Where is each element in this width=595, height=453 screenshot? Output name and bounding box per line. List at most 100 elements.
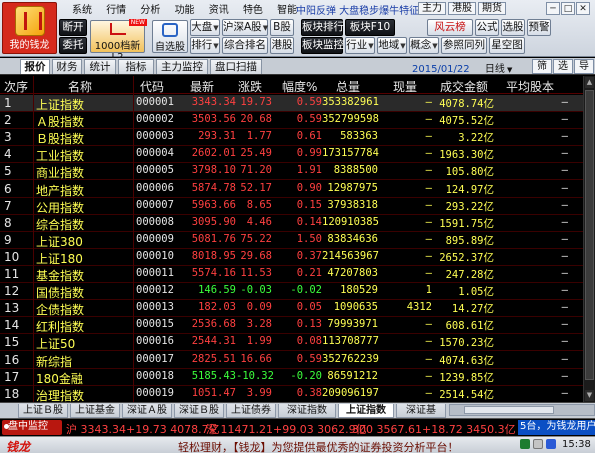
period-select[interactable]: 日线 (485, 64, 505, 75)
table-row[interactable]: 2 Ａ股指数 000002 3503.56 20.68 0.59 352799598 — 407… (0, 112, 583, 130)
table-row[interactable]: 17 180金融 000018 5185.43 -10.32 -0.20 86591212 —… (0, 369, 583, 386)
table-row[interactable]: 12 国债指数 000012 146.59 -0.03 -0.02 180529 1 1.05亿… (0, 283, 583, 301)
table-row[interactable]: 3 Ｂ股指数 000003 293.31 1.77 0.61 583363 — 3.22亿 — (0, 129, 583, 147)
col-volume[interactable]: 总量 (336, 78, 360, 95)
col-amount[interactable]: 成交金额 (440, 78, 488, 95)
tab-indicators[interactable]: 指标 (118, 59, 154, 74)
table-row[interactable]: 1 上证指数 000001 3343.34 19.73 0.59 353382961 — 407… (0, 95, 583, 112)
tab-finance[interactable]: 财务 (52, 59, 82, 74)
tab-quotes[interactable]: 报价 (20, 59, 50, 74)
intraday-monitor-button[interactable]: 盘中监控 (2, 420, 62, 435)
row-last: 1051.47 (191, 386, 236, 399)
menu-system[interactable]: 系统 (72, 1, 92, 16)
formula-button[interactable]: 公式 (475, 19, 499, 36)
mode-futures[interactable]: 期货 (478, 2, 506, 15)
sz-index-summary[interactable]: 深 11471.21+99.03 3062.9亿 (206, 421, 367, 437)
connection-icon[interactable] (520, 439, 530, 449)
tab-sh-b[interactable]: 上证Ｂ股 (18, 404, 68, 418)
maximize-icon[interactable]: □ (561, 2, 575, 15)
hk-stock-button[interactable]: 港股 (270, 37, 294, 54)
menu-news[interactable]: 资讯 (209, 1, 229, 16)
col-change[interactable]: 涨跌 (238, 78, 262, 95)
menu-quotes[interactable]: 行情 (106, 1, 126, 16)
mode-hk[interactable]: 港股 (448, 2, 476, 15)
industry-button[interactable]: 行业▼ (345, 37, 375, 54)
table-row[interactable]: 4 工业指数 000004 2602.01 25.49 0.99 173157784 — 196… (0, 146, 583, 164)
date-period: 2015/01/22 日线 ▼ (412, 60, 512, 75)
sector-monitor-button[interactable]: 板块监控 (301, 37, 344, 54)
horizontal-scrollbar[interactable] (449, 404, 595, 416)
table-row[interactable]: 7 公用指数 000007 5963.66 8.65 0.15 37938318 — 293.2… (0, 198, 583, 215)
tab-sh-index[interactable]: 上证指数 (338, 404, 394, 418)
reference-column-button[interactable]: 参照同列 (441, 37, 487, 54)
col-code[interactable]: 代码 (140, 78, 164, 95)
sh-sz-a-button[interactable]: 沪深A股▼ (222, 19, 268, 36)
sh-index-summary[interactable]: 沪 3343.34+19.73 4078.7亿 (66, 421, 220, 437)
scroll-down-icon[interactable]: ▼ (585, 390, 594, 401)
col-current-volume[interactable]: 现量 (393, 78, 417, 95)
tab-sz-fund[interactable]: 深证基 (396, 404, 446, 418)
menu-analysis[interactable]: 分析 (140, 1, 160, 16)
news-ticker[interactable]: 中阳反弹 大盘稳步爆牛特征 (296, 2, 419, 17)
wind-ranking-button[interactable]: 风云榜 (427, 19, 473, 36)
table-row[interactable]: 15 上证50 000016 2544.31 1.99 0.08 113708777 — 157… (0, 334, 583, 352)
sector-rank-button[interactable]: 板块排行 (301, 19, 344, 36)
stock-picker-button[interactable]: 选股 (501, 19, 525, 36)
table-row[interactable]: 11 基金指数 000011 5574.16 11.53 0.21 47207803 — 247… (0, 266, 583, 283)
scroll-up-icon[interactable]: ▲ (585, 77, 594, 88)
tab-sh-bond[interactable]: 上证债券 (226, 404, 276, 418)
tab-sz-a[interactable]: 深证Ａ股 (122, 404, 172, 418)
composite-rank-button[interactable]: 综合排名 (222, 37, 268, 54)
col-name[interactable]: 名称 (68, 78, 92, 95)
tab-statistics[interactable]: 统计 (84, 59, 116, 74)
tab-sz-index[interactable]: 深证指数 (278, 404, 336, 418)
minimize-icon[interactable]: ─ (546, 2, 560, 15)
table-row[interactable]: 5 商业指数 000005 3798.10 71.20 1.91 8388500 — 105.8… (0, 163, 583, 181)
menu-functions[interactable]: 功能 (175, 1, 195, 16)
table-row[interactable]: 9 上证380 000009 5081.76 75.22 1.50 83834636 — 895… (0, 232, 583, 249)
scroll-thumb[interactable] (585, 90, 594, 380)
tab-order-scan[interactable]: 盘口扫描 (210, 59, 262, 74)
star-map-button[interactable]: 星空图 (489, 37, 525, 54)
table-row[interactable]: 8 综合指数 000008 3095.90 4.46 0.14 120910385 — 1591… (0, 215, 583, 232)
tab-sz-b[interactable]: 深证Ｂ股 (174, 404, 224, 418)
hscroll-thumb[interactable] (464, 406, 554, 414)
menu-smart[interactable]: 智能 (277, 1, 297, 16)
table-row[interactable]: 14 红利指数 000015 2536.68 3.28 0.13 79993971 — 608.… (0, 317, 583, 335)
close-icon[interactable]: ✕ (576, 2, 590, 15)
table-row[interactable]: 13 企债指数 000013 182.03 0.09 0.05 1090635 4312 14.… (0, 300, 583, 318)
table-row[interactable]: 16 新综指 000017 2825.51 16.66 0.59 352762239 — 407… (0, 352, 583, 369)
sector-f10-button[interactable]: 板块F10 (345, 19, 395, 36)
level2-1000-button[interactable]: NEW 1000档新L2 (90, 19, 147, 63)
export-button[interactable]: 导 (574, 59, 594, 74)
app-logo[interactable]: 我的钱龙 (2, 2, 57, 54)
col-percent[interactable]: 幅度% (282, 78, 317, 95)
watchlist-button[interactable]: 自选股 (152, 20, 188, 53)
tab-main-force-monitor[interactable]: 主力监控 (156, 59, 208, 74)
row-percent: 0.21 (296, 267, 322, 279)
notice-banner[interactable]: 5台，为钱龙用户提 (518, 420, 595, 435)
table-row[interactable]: 10 上证180 000010 8018.95 29.68 0.37 214563967 — 2… (0, 249, 583, 266)
tab-sh-fund[interactable]: 上证基金 (70, 404, 120, 418)
market-button[interactable]: 大盘▼ (190, 19, 220, 36)
vertical-scrollbar[interactable]: ▲ ▼ (583, 76, 595, 402)
mode-main-force[interactable]: 主力 (418, 2, 446, 15)
network-icon[interactable] (546, 439, 556, 449)
order-button[interactable]: 委托 (59, 37, 87, 54)
col-rank[interactable]: 次序 (4, 78, 28, 95)
info-icon[interactable] (533, 439, 543, 449)
menu-features[interactable]: 特色 (243, 1, 263, 16)
alert-button[interactable]: 预警 (527, 19, 551, 36)
concept-button[interactable]: 概念▼ (409, 37, 439, 54)
table-row[interactable]: 18 治理指数 000019 1051.47 3.99 0.38 209096197—251… (0, 386, 583, 403)
table-row[interactable]: 6 地产指数 000006 5874.78 52.17 0.90 12987975 — 124.… (0, 181, 583, 198)
select-button[interactable]: 选 (553, 59, 573, 74)
filter-button[interactable]: 筛 (532, 59, 552, 74)
disconnect-button[interactable]: 断开 (59, 19, 87, 36)
cy-index-summary[interactable]: 300 3567.61+18.72 3450.3亿 (352, 421, 516, 437)
col-last[interactable]: 最新 (190, 78, 214, 95)
region-button[interactable]: 地域▼ (377, 37, 407, 54)
b-share-button[interactable]: B股 (270, 19, 294, 36)
col-avg-capital[interactable]: 平均股本 (506, 78, 554, 95)
ranking-button[interactable]: 排行▼ (190, 37, 220, 54)
